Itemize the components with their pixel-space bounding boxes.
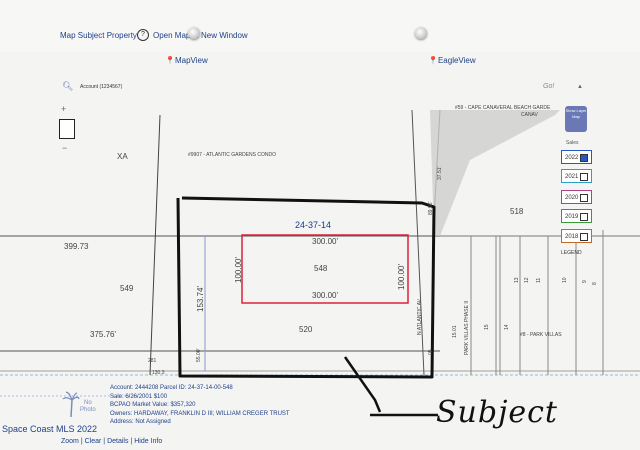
map-label-9: 9	[582, 280, 588, 283]
map-label-cape-sub: CANAV	[521, 112, 538, 118]
palm-tree-icon	[62, 391, 80, 418]
map-label-park-villas-phase: PARK VILLAS PHASE II	[464, 300, 470, 355]
sales-year-2022[interactable]: 2022	[561, 150, 592, 164]
map-label-park-villas: #8 - PARK VILLAS	[520, 332, 562, 338]
map-label-13: 13	[514, 277, 520, 283]
map-line	[149, 114, 161, 376]
sales-year-2019[interactable]: 2019	[561, 209, 592, 223]
map-label-281: 281	[148, 358, 157, 364]
map-label-cape-canaveral: #59 - CAPE CANAVERAL BEACH GARDE	[455, 105, 551, 111]
tab-mapview[interactable]: 📍MapView	[165, 56, 208, 65]
map-label-grid-id: 24-37-14	[295, 220, 332, 230]
no-photo-placeholder: No Photo	[80, 400, 96, 414]
parcel-map[interactable]	[0, 70, 640, 445]
map-label-dim-153-74: 153.74'	[196, 286, 205, 312]
map-label-11: 11	[536, 277, 542, 283]
map-label-dim-130: 130.3	[152, 370, 165, 376]
sales-year-2021[interactable]: 2021	[561, 169, 592, 183]
zoom-link[interactable]: Zoom	[61, 438, 79, 445]
thumbtack-icon	[415, 27, 427, 39]
road-area	[430, 110, 560, 236]
sales-year-label: 2022	[565, 155, 579, 161]
sales-year-label: 2021	[565, 174, 579, 180]
map-label-dim-300-top: 300.00'	[312, 237, 338, 246]
map-label-dim-100-right: 100.00'	[397, 264, 406, 290]
hand-drawn-arrow	[343, 356, 382, 413]
map-label-dim-15-01: 15.01	[452, 325, 458, 338]
zoom-out-button[interactable]: −	[62, 143, 67, 153]
checkbox-icon[interactable]	[580, 194, 588, 202]
map-pin-icon: 📍	[428, 56, 438, 65]
zoom-slider[interactable]	[59, 119, 75, 139]
map-label-15: 15	[484, 324, 490, 330]
map-label-518: 518	[510, 207, 524, 216]
checkbox-icon[interactable]	[580, 213, 588, 221]
go-button[interactable]: Go!	[543, 83, 554, 90]
map-label-8: 8	[592, 282, 598, 285]
no-photo-text: No Photo	[80, 400, 96, 413]
hide-info-link[interactable]: Hide Info	[134, 438, 162, 445]
tab-mapview-label: MapView	[174, 56, 208, 65]
search-icon[interactable]: 🔍︎	[62, 81, 73, 92]
map-label-xa: XA	[117, 152, 128, 161]
sales-year-label: 2018	[565, 234, 579, 240]
map-label-street: N ATLANTIC AV	[417, 299, 423, 335]
map-label-atlantic-gardens: #9907 - ATLANTIC GARDENS CONDO	[188, 152, 276, 158]
map-label-dim-100-left: 100.00'	[234, 257, 243, 283]
sales-year-label: 2020	[565, 195, 579, 201]
sales-year-2020[interactable]: 2020	[561, 190, 592, 204]
info-sale: Sale: 6/26/2001 $100	[110, 393, 168, 400]
property-info-panel: Account: 2444208 Parcel ID: 24-37-14-00-…	[110, 384, 290, 427]
sales-year-label: 2019	[565, 214, 579, 220]
map-label-dim-89-96: 89.96'	[428, 201, 434, 215]
checkbox-icon[interactable]	[580, 233, 588, 241]
map-label-520: 520	[299, 325, 313, 334]
tab-eagleview-label: EagleView	[437, 56, 476, 65]
tab-eagleview[interactable]: 📍EagleView	[428, 56, 476, 65]
map-label-dim-37-51: 37.51'	[437, 166, 443, 180]
sales-year-2018[interactable]: 2018	[561, 229, 592, 243]
info-account: Account: 2444208 Parcel ID: 24-37-14-00-…	[110, 385, 233, 391]
bottom-links: Zoom | Clear | Details | Hide Info	[61, 438, 163, 445]
map-label-dim-375-76: 375.76'	[90, 330, 116, 339]
watermark-text: Space Coast MLS 2022	[2, 424, 98, 434]
map-label-dim-399-73: 399.73	[64, 242, 89, 251]
account-search-bar[interactable]	[58, 82, 578, 94]
checkbox-checked-icon[interactable]	[580, 154, 588, 162]
thumbtack-icon	[188, 27, 200, 39]
map-label-dim-300-bot: 300.00'	[312, 291, 338, 300]
map-label-dim-55: 55.00'	[196, 348, 202, 362]
map-line	[411, 109, 425, 376]
sales-label: Sales	[566, 140, 579, 146]
help-icon[interactable]: ?	[137, 29, 149, 41]
zoom-in-button[interactable]: +	[61, 104, 66, 114]
legend-label[interactable]: LEGEND	[561, 250, 582, 256]
map-label-14: 14	[504, 324, 510, 330]
show-layer-button[interactable]: Show Layer Map	[565, 106, 587, 132]
map-label-05: 05	[428, 349, 434, 355]
open-map-new-window-link[interactable]: Open Map in New Window	[153, 31, 248, 40]
checkbox-icon[interactable]	[580, 173, 588, 181]
info-address: Address: Not Assigned	[110, 419, 171, 425]
info-market-value: BCPAO Market Value: $357,320	[110, 402, 196, 408]
details-link[interactable]: Details	[107, 438, 128, 445]
map-label-549: 549	[120, 284, 134, 293]
map-label-10: 10	[562, 277, 568, 283]
map-subject-property-link[interactable]: Map Subject Property	[60, 31, 137, 40]
top-bar	[0, 0, 640, 52]
info-owners: Owners: HARDAWAY, FRANKLIN D III; WILLIA…	[110, 410, 290, 417]
map-pin-icon: 📍	[165, 56, 175, 65]
collapse-icon[interactable]: ▲	[577, 84, 583, 90]
map-label-12: 12	[524, 277, 530, 283]
subject-annotation: Subject	[436, 395, 558, 430]
clear-link[interactable]: Clear	[85, 438, 102, 445]
map-label-548: 548	[314, 264, 328, 273]
account-search-input[interactable]: Account (1234567)	[80, 84, 122, 90]
